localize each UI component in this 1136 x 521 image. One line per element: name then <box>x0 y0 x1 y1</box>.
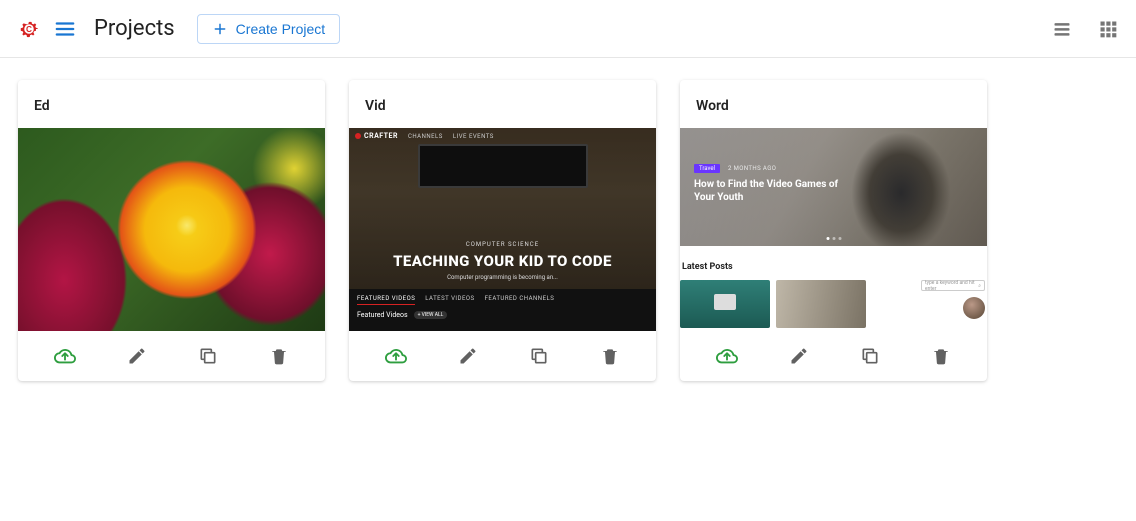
page-title: Projects <box>94 16 175 41</box>
create-project-label: Create Project <box>236 21 325 37</box>
project-title: Vid <box>349 80 656 128</box>
project-actions <box>18 331 325 381</box>
create-project-button[interactable]: Create Project <box>197 14 340 44</box>
preview-search-ph: type a keyword and hit enter <box>925 280 978 292</box>
project-card[interactable]: Word Travel 2 MONTHS AGO How to Find the… <box>680 80 987 381</box>
menu-icon[interactable] <box>54 18 76 40</box>
preview-hero-title: How to Find the Video Games of Your Yout… <box>694 178 854 204</box>
preview-category: COMPUTER SCIENCE <box>355 241 650 248</box>
project-thumbnail <box>18 128 325 331</box>
duplicate-icon[interactable] <box>860 346 880 366</box>
preview-tab: FEATURED VIDEOS <box>357 295 415 305</box>
project-card[interactable]: Vid CRAFTER CHANNELS LIVE EVENTS COMPUTE… <box>349 80 656 381</box>
grid-view-icon[interactable] <box>1098 19 1118 39</box>
preview-badge: Travel <box>694 164 720 173</box>
edit-icon[interactable] <box>789 346 809 366</box>
project-actions <box>680 331 987 381</box>
delete-icon[interactable] <box>600 346 620 366</box>
publish-icon[interactable] <box>716 345 738 367</box>
publish-icon[interactable] <box>54 345 76 367</box>
project-thumbnail: Travel 2 MONTHS AGO How to Find the Vide… <box>680 128 987 331</box>
preview-nav-item: CHANNELS <box>408 133 443 140</box>
preview-tab: LATEST VIDEOS <box>425 295 474 305</box>
preview-section-title: Featured Videos <box>357 311 408 319</box>
edit-icon[interactable] <box>458 346 478 366</box>
preview-avatar <box>963 297 985 319</box>
preview-tab: FEATURED CHANNELS <box>485 295 555 305</box>
preview-meta: 2 MONTHS AGO <box>728 165 776 172</box>
preview-post-tile <box>680 280 770 328</box>
project-title: Ed <box>18 80 325 128</box>
preview-subline: Computer programming is becoming an... <box>355 274 650 281</box>
preview-search: type a keyword and hit enter⌕ <box>921 280 985 291</box>
preview-brand: CRAFTER <box>364 132 398 140</box>
svg-text:C: C <box>26 25 32 34</box>
preview-viewall: + VIEW ALL <box>414 311 448 319</box>
plus-icon <box>212 21 228 37</box>
gear-logo-icon: C <box>18 18 40 40</box>
delete-icon[interactable] <box>931 346 951 366</box>
delete-icon[interactable] <box>269 346 289 366</box>
preview-nav-item: LIVE EVENTS <box>453 133 494 140</box>
app-logo: C <box>18 18 40 40</box>
project-thumbnail: CRAFTER CHANNELS LIVE EVENTS COMPUTER SC… <box>349 128 656 331</box>
duplicate-icon[interactable] <box>198 346 218 366</box>
project-title: Word <box>680 80 987 128</box>
list-view-icon[interactable] <box>1052 19 1072 39</box>
project-actions <box>349 331 656 381</box>
project-card[interactable]: Ed <box>18 80 325 381</box>
edit-icon[interactable] <box>127 346 147 366</box>
app-header: C Projects Create Project <box>0 0 1136 58</box>
preview-headline: TEACHING YOUR KID TO CODE <box>355 252 650 270</box>
duplicate-icon[interactable] <box>529 346 549 366</box>
preview-section-title: Latest Posts <box>682 262 987 272</box>
publish-icon[interactable] <box>385 345 407 367</box>
preview-post-tile <box>776 280 866 328</box>
view-toggle <box>1052 19 1118 39</box>
projects-grid: Ed Vid CRAFTER CHANNELS LIVE <box>0 58 1136 403</box>
